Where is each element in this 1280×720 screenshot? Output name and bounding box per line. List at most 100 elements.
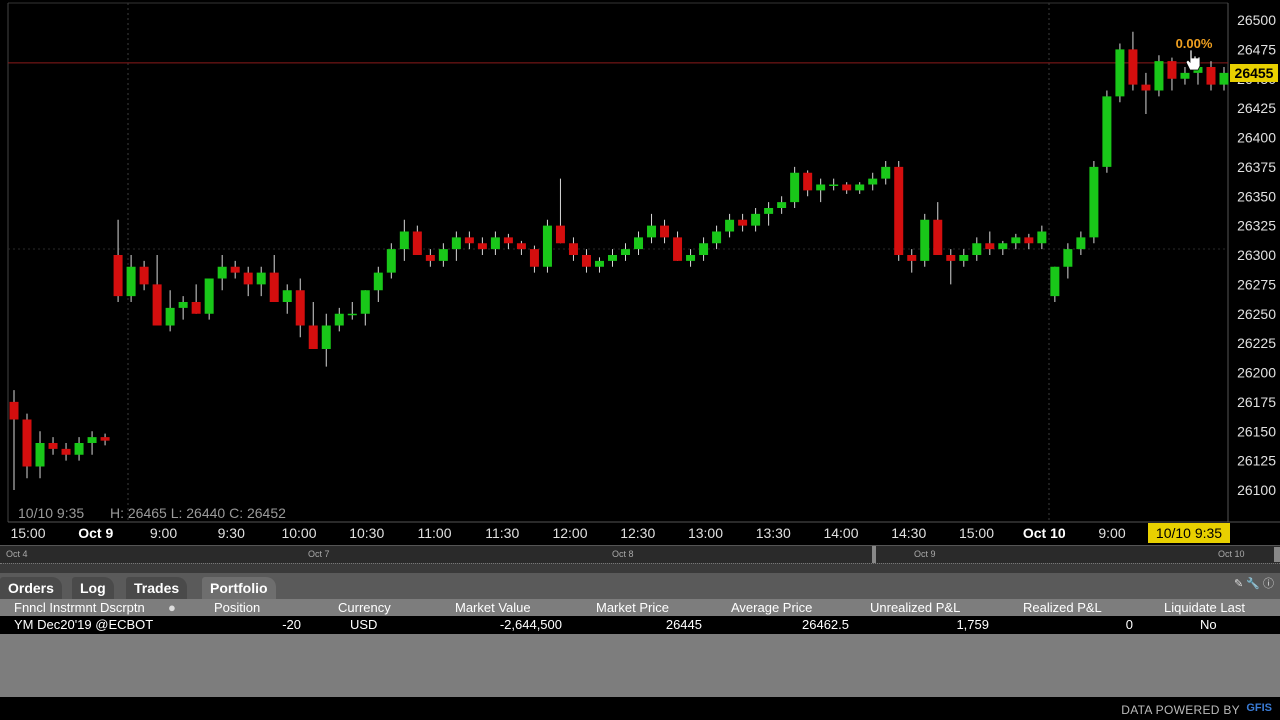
candle-up (972, 243, 982, 255)
col-market-price[interactable]: Market Price (596, 600, 669, 615)
candle-up (1089, 166, 1099, 238)
candle-up (1037, 231, 1047, 244)
tab-orders[interactable]: Orders (0, 577, 62, 599)
col-average-price[interactable]: Average Price (731, 600, 812, 615)
navigator-handle[interactable] (872, 546, 876, 563)
candle-up (178, 302, 188, 308)
help-icon[interactable]: ⓘ (1263, 578, 1274, 590)
candle-up (1154, 61, 1164, 91)
candle-down (295, 290, 305, 326)
candle-up (399, 231, 409, 250)
candle-down (946, 255, 956, 261)
powered-by-text: DATA POWERED BY (1121, 703, 1240, 717)
nav-label-oct4: Oct 4 (6, 549, 28, 559)
x-tick-label: 12:00 (552, 525, 587, 541)
tab-trades[interactable]: Trades (126, 577, 188, 599)
y-tick-label: 26500 (1237, 12, 1276, 28)
candle-up (282, 290, 292, 302)
candle-up (621, 249, 631, 255)
candle-down (738, 219, 748, 226)
candle-down (503, 237, 513, 244)
candle-down (61, 448, 71, 455)
x-tick-label: 10:30 (349, 525, 384, 541)
tab-portfolio[interactable]: Portfolio (202, 577, 276, 599)
candle-down (139, 266, 149, 285)
nav-label-oct7: Oct 7 (308, 549, 330, 559)
candle-down (425, 255, 435, 261)
candle-up (1063, 249, 1073, 267)
candle-up (790, 172, 800, 203)
candle-up (373, 272, 383, 291)
y-tick-label: 26175 (1237, 394, 1276, 410)
footer: DATA POWERED BY GFIS (0, 697, 1280, 720)
candle-down (985, 243, 995, 250)
col-description[interactable]: Fnncl Instrmnt Dscrptn (14, 600, 145, 615)
x-tick-label: 14:30 (891, 525, 926, 541)
col-position[interactable]: Position (214, 600, 260, 615)
last-price-value: 26455 (1235, 65, 1274, 81)
candle-up (347, 313, 357, 316)
change-percent: 0.00% (1176, 36, 1213, 51)
sort-asc-icon: ● (168, 600, 176, 615)
candle-up (334, 313, 344, 326)
candle-up (686, 255, 696, 261)
y-tick-label: 26125 (1237, 453, 1276, 469)
candle-up (35, 443, 45, 467)
candle-down (529, 249, 539, 267)
gfis-logo: GFIS (1246, 702, 1272, 714)
candle-up (1050, 266, 1060, 297)
cursor-time: 10/10 9:35 (1156, 525, 1222, 541)
candle-down (464, 237, 474, 244)
ohlc-values: H: 26465 L: 26440 C: 26452 (110, 505, 286, 521)
cell-position: -20 (282, 617, 301, 632)
col-currency[interactable]: Currency (338, 600, 391, 615)
panel-tools[interactable]: ✎ 🔧 ⓘ (1234, 575, 1274, 591)
x-tick-label: 14:00 (823, 525, 858, 541)
cell-market-value: -2,644,500 (499, 617, 562, 632)
portfolio-header: Fnncl Instrmnt Dscrptn ● Position Curren… (0, 599, 1280, 616)
x-tick-label: 15:00 (959, 525, 994, 541)
col-unrealized-pnl[interactable]: Unrealized P&L (870, 600, 960, 615)
candle-up (386, 249, 396, 273)
cell-market-price: 26445 (665, 617, 702, 632)
navigator-end-handle[interactable] (1274, 547, 1280, 562)
candle-up (699, 243, 709, 255)
x-tick-label: Oct 9 (78, 525, 113, 541)
x-tick-label: 13:00 (688, 525, 723, 541)
candle-up (1102, 96, 1112, 167)
candle-up (881, 166, 891, 179)
candle-down (191, 302, 201, 314)
cell-average-price: 26462.5 (802, 617, 849, 632)
col-market-value[interactable]: Market Value (455, 600, 531, 615)
y-tick-label: 26200 (1237, 365, 1276, 381)
candle-down (230, 266, 240, 273)
cell-unrealized-pnl: 1,759 (956, 617, 989, 632)
candle-up (126, 266, 136, 297)
table-row[interactable]: YM Dec20'19 @ECBOT -20 USD -2,644,500 26… (0, 616, 1280, 634)
candle-up (1076, 237, 1086, 250)
y-tick-label: 26250 (1237, 306, 1276, 322)
x-tick-label: 12:30 (620, 525, 655, 541)
candlestick-chart[interactable]: 26100 26125 26150 26175 26200 26225 26250 26275… (0, 0, 1280, 545)
nav-label-oct10: Oct 10 (1218, 549, 1245, 559)
time-navigator[interactable]: Oct 4 Oct 7 Oct 8 Oct 9 Oct 10 (0, 545, 1280, 564)
edit-icon[interactable]: ✎ (1234, 578, 1243, 590)
candle-down (842, 184, 852, 191)
tab-log[interactable]: Log (72, 577, 114, 599)
x-tick-label: 9:30 (218, 525, 245, 541)
col-realized-pnl[interactable]: Realized P&L (1023, 600, 1102, 615)
candle-up (764, 208, 774, 214)
candle-down (243, 272, 253, 285)
candle-down (1141, 84, 1151, 91)
candle-up (321, 325, 331, 349)
candle-down (1128, 49, 1138, 85)
wrench-icon[interactable]: 🔧 (1246, 578, 1260, 590)
candle-down (113, 255, 123, 297)
cell-currency: USD (350, 617, 378, 632)
candle-down (581, 255, 591, 267)
col-liquidate-last[interactable]: Liquidate Last (1164, 600, 1245, 615)
candle-down (48, 443, 58, 449)
candle-up (256, 272, 266, 285)
candle-up (451, 237, 461, 250)
y-tick-label: 26150 (1237, 423, 1276, 439)
